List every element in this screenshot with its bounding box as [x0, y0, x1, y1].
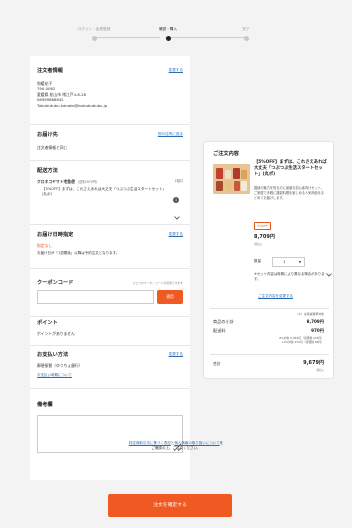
payment-title: お支払い方法 [37, 352, 69, 358]
carrier-count: 1個口 [174, 178, 183, 183]
chevron-down-icon[interactable] [174, 216, 180, 220]
delivery-item-qty-badge: 1 [173, 197, 179, 203]
orderer-section: 注文者情報 変更する 和暖花子 790-0062 愛媛県 松山市 南江戸4-8-… [37, 68, 183, 108]
legal-suffix: を [219, 441, 224, 445]
step-confirm: 確認・購入 [133, 27, 203, 42]
subtotal-value: 8,709円 [306, 319, 324, 324]
total-value: 9,679円 [303, 360, 324, 366]
checkout-form-panel: 注文者情報 変更する 和暖花子 790-0062 愛媛県 松山市 南江戸4-8-… [30, 56, 190, 480]
divider [210, 308, 329, 309]
step-dot [91, 36, 97, 42]
divider [210, 354, 329, 355]
step-login: ログイン・会員登録 [59, 27, 129, 42]
other-address-link[interactable]: 別の住所に送る [158, 132, 183, 137]
divider [30, 224, 190, 225]
step-label: 完了 [242, 27, 250, 31]
order-summary-panel: ご注文内容 【5%OFF】まずは、これさえあれば大丈夫「つぶつぶ生活スタートセッ… [203, 141, 334, 379]
delivery-date-title: お届け日時指定 [37, 232, 74, 238]
divider [30, 160, 190, 161]
shipping-value: 970円 [311, 328, 324, 333]
notes-title: 備考欄 [37, 402, 53, 408]
checkout-stepper: ログイン・会員登録 確認・購入 完了 [59, 27, 300, 50]
step-label: 確認・購入 [159, 27, 177, 31]
reduced-tax-note: （※）は軽減税率対象 [295, 312, 324, 316]
divider [30, 124, 190, 125]
step-complete: 完了 [211, 27, 281, 42]
confirm-order-button[interactable]: 注文を確定する [108, 494, 232, 517]
step-dot [165, 36, 171, 42]
order-summary-title: ご注文内容 [213, 151, 239, 157]
coupon-hint: ひとつのクーポンコードが使用できます [132, 281, 183, 285]
delivery-method-title: 配送方法 [37, 168, 58, 174]
points-section: ポイント ポイントがありません [37, 320, 183, 336]
qty-label: 数量 [254, 259, 261, 263]
carrier-name: クロネコヤマト宅急便 [37, 178, 75, 184]
edit-delivery-date-link[interactable]: 変更する [169, 232, 183, 237]
coupon-input[interactable] [37, 290, 154, 304]
tax-breakdown: 8%対象 8,064円（消費税 645円） 10%対象 970円（消費税 88円… [279, 336, 324, 344]
total-sub: (税込) [315, 368, 324, 372]
edit-orderer-link[interactable]: 変更する [169, 68, 183, 73]
step-dot [243, 36, 249, 42]
step-label: ログイン・会員登録 [77, 27, 111, 31]
delivery-method-section: 配送方法 クロネコヤマト宅急便 （送料:970円） 1個口 【5%OFF】まずは… [37, 168, 183, 220]
orderer-email: Tububutubu.hanako@bububububu.jp [37, 102, 108, 108]
shipping-label: 配送料 [213, 328, 226, 333]
subtotal-label: 商品の小計 [213, 319, 234, 324]
orderer-info: 和暖花子 790-0062 愛媛県 松山市 南江戸4-8-28 08999888… [37, 81, 183, 109]
quantity-select[interactable]: 1 ▼ [272, 257, 305, 267]
edit-payment-link[interactable]: 変更する [169, 352, 183, 357]
carrier-row: クロネコヤマト宅急便 （送料:970円） 1個口 [37, 179, 183, 185]
quantity-value: 1 [283, 259, 286, 264]
shipping-to-section: お届け先 別の住所に送る 注文者情報と同じ [37, 132, 183, 150]
product-description: 雑穀の魅力を知るのに最適な初心者向けセット。ご家庭で手軽に雑穀料理を楽しめる人気… [254, 186, 325, 200]
delivery-date-note: お届け日が「1週間後」以降は予約注文となります。 [37, 251, 120, 256]
divider [30, 268, 190, 269]
carrier-fee: （送料:970円） [76, 179, 100, 184]
tokusho-link[interactable]: 特定商取引法に基づく表記 [129, 441, 171, 445]
change-order-link[interactable]: ご注文内容を変更する [258, 294, 293, 299]
tax-row: 10%対象 970円（消費税 88円） [281, 340, 324, 345]
shipping-to-text: 注文者情報と同じ [37, 144, 68, 150]
coupon-section: クーポンコード ひとつのクーポンコードが使用できます 適用 [37, 280, 183, 310]
chevron-down-icon: ▼ [298, 260, 301, 264]
orderer-title: 注文者情報 [37, 68, 63, 74]
delivery-item: 【5%OFF】まずは、これさえあれば大丈夫「つぶつぶ生活スタートセット」(丸ボ) [37, 187, 183, 197]
divider [30, 316, 190, 317]
legal-notice: 特定商取引法に基づく表記と個人情報の取り扱いについてを ご確認の上、ご注文くださ… [86, 441, 266, 451]
delivery-item-text: 【5%OFF】まずは、これさえあれば大丈夫「つぶつぶ生活スタートセット」(丸ボ) [42, 187, 167, 197]
payment-section: お支払い方法 変更する 郵便振替（ゆうちょ銀行） お支払い時期について [37, 352, 183, 378]
product-price-sub: (税込) [254, 242, 263, 246]
privacy-link[interactable]: 個人情報の取り扱いについて [174, 441, 219, 445]
payment-timing-link[interactable]: お支払い時期について [37, 373, 183, 378]
legal-line2: ご確認の上、ご注文ください。 [151, 446, 201, 451]
product-title: 【5%OFF】まずは、これさえあれば大丈夫「つぶつぶ生活スタートセット」(丸ボ) [254, 160, 327, 178]
total-label: 合計 [213, 361, 221, 366]
chevron-down-icon[interactable] [326, 273, 332, 277]
points-text: ポイントがありません [37, 330, 75, 336]
payment-method: 郵便振替（ゆうちょ銀行） [37, 362, 83, 368]
discount-badge: 5%OFF [254, 222, 271, 230]
divider [30, 388, 190, 389]
delivery-date-section: お届け日時指定 変更する 指定なし お届け日が「1週間後」以降は予約注文となりま… [37, 232, 183, 256]
divider [30, 345, 190, 346]
set-content-note: ※セット内容は時期により異なる場合があります。 [254, 272, 325, 281]
product-price: 8,709円 [254, 234, 275, 240]
delivery-date-value: 指定なし [37, 242, 53, 248]
coupon-apply-button[interactable]: 適用 [157, 290, 183, 304]
points-title: ポイント [37, 320, 58, 326]
product-thumbnail [213, 164, 250, 194]
